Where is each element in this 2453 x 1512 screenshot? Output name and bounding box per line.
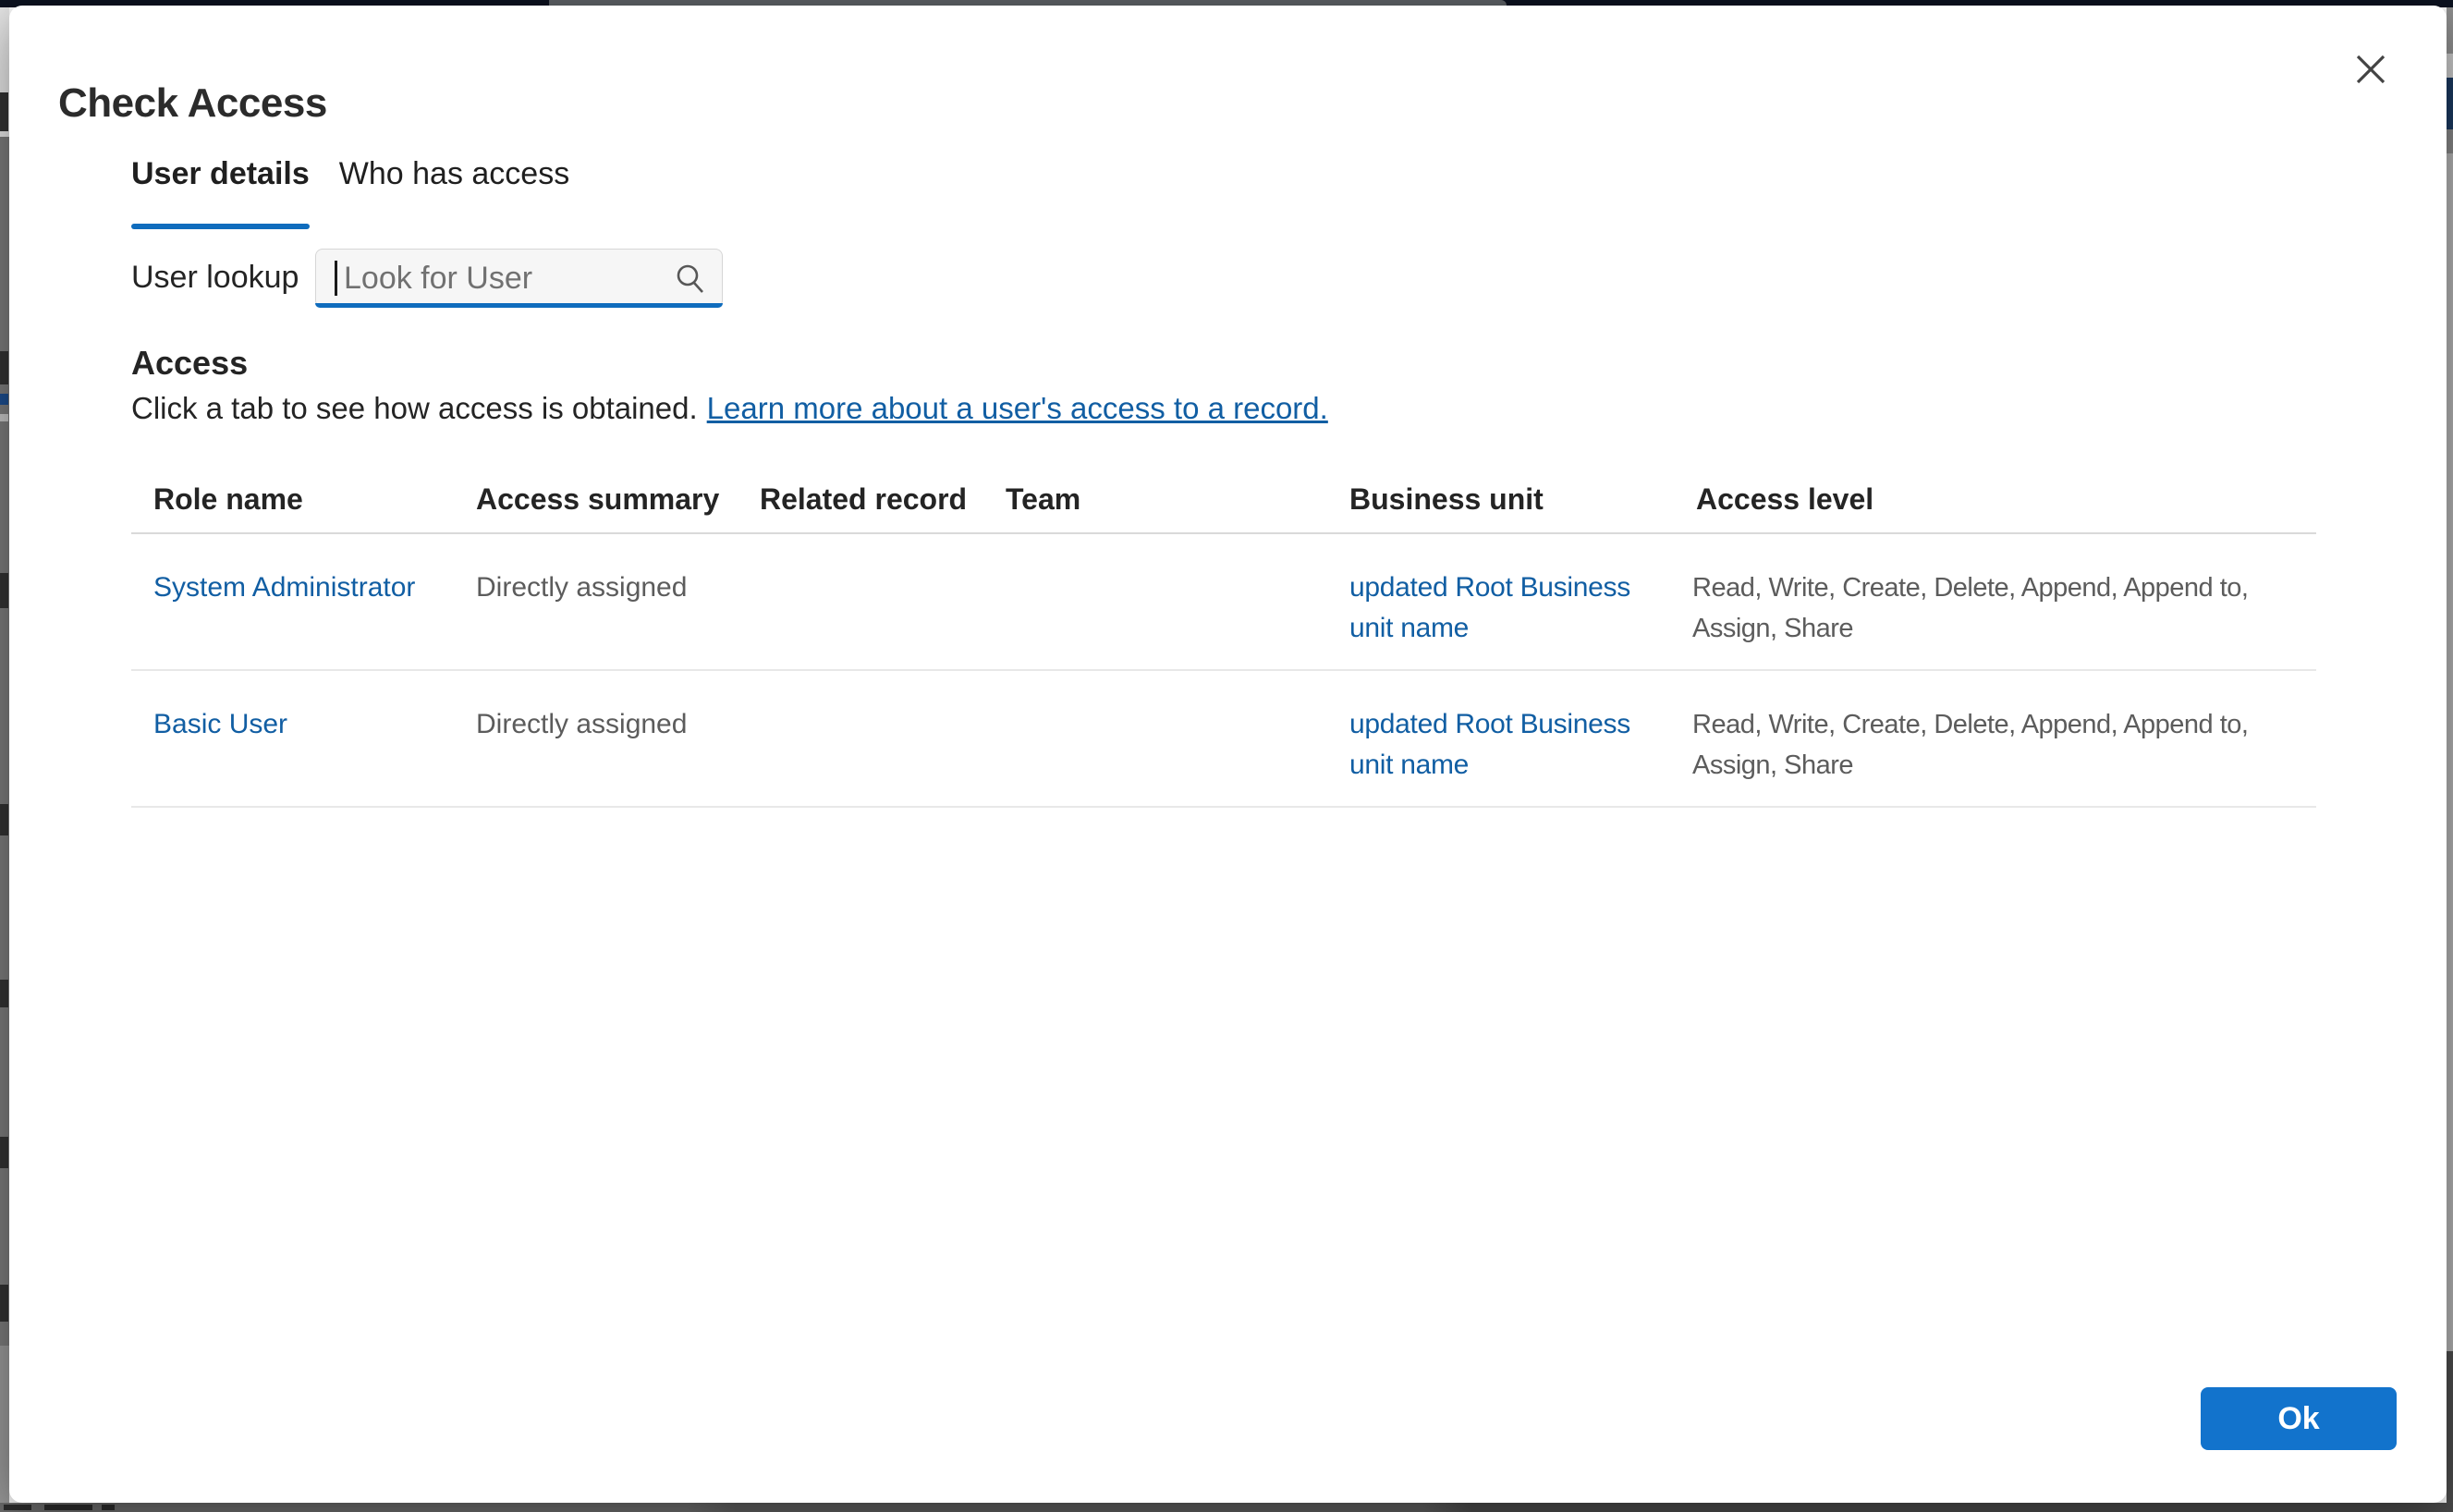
background-fragment <box>0 414 8 421</box>
background-fragment <box>2447 1351 2453 1503</box>
business-unit-link[interactable]: updated Root Business unit name <box>1349 567 1678 649</box>
related-record-cell <box>738 567 983 649</box>
column-header-related-record: Related record <box>738 479 983 519</box>
close-button[interactable] <box>2341 40 2400 99</box>
user-lookup-field <box>315 249 723 308</box>
ok-button[interactable]: Ok <box>2201 1387 2397 1450</box>
column-header-access-level: Access level <box>1674 479 2316 519</box>
table-row: Basic User Directly assigned updated Roo… <box>131 671 2316 808</box>
user-lookup-label: User lookup <box>131 257 299 298</box>
tab-label: User details <box>131 156 310 191</box>
access-level-text: Read, Write, Create, Delete, Append, App… <box>1692 704 2313 786</box>
background-fragment <box>0 1137 8 1168</box>
dialog-title: Check Access <box>58 80 327 127</box>
background-bottom-bar <box>0 1503 2453 1512</box>
business-unit-cell: updated Root Business unit name <box>1327 567 1674 649</box>
background-fragment <box>0 980 8 1007</box>
access-section-heading: Access <box>131 344 248 383</box>
background-fragment <box>44 1505 92 1510</box>
tab-label: Who has access <box>339 156 569 191</box>
background-fragment <box>0 804 8 835</box>
table-row: System Administrator Directly assigned u… <box>131 534 2316 671</box>
background-fragment <box>0 1285 8 1322</box>
learn-more-link[interactable]: Learn more about a user's access to a re… <box>707 391 1328 425</box>
background-fragment <box>0 351 8 384</box>
close-icon <box>2341 52 2400 87</box>
access-summary-cell: Directly assigned <box>454 567 738 649</box>
column-header-role-name: Role name <box>131 479 454 519</box>
access-level-cell: Read, Write, Create, Delete, Append, App… <box>1674 704 2316 786</box>
access-summary-cell: Directly assigned <box>454 704 738 786</box>
background-fragment <box>2447 7 2453 54</box>
background-left-strip <box>0 7 9 1503</box>
background-fragment <box>0 92 8 131</box>
access-section-description: Click a tab to see how access is obtaine… <box>131 388 1328 429</box>
background-fragment <box>2447 78 2453 129</box>
access-description-text: Click a tab to see how access is obtaine… <box>131 391 698 425</box>
column-header-business-unit: Business unit <box>1327 479 1674 519</box>
background-fragment <box>2447 54 2453 78</box>
column-header-access-summary: Access summary <box>454 479 738 519</box>
role-name-cell: System Administrator <box>131 567 454 649</box>
background-fragment <box>0 1346 9 1503</box>
team-cell <box>983 704 1327 786</box>
tab-who-has-access[interactable]: Who has access <box>328 153 580 229</box>
business-unit-cell: updated Root Business unit name <box>1327 704 1674 786</box>
column-header-team: Team <box>983 479 1327 519</box>
tab-user-details[interactable]: User details <box>120 153 321 229</box>
role-name-cell: Basic User <box>131 704 454 786</box>
tab-bar: User details Who has access <box>120 153 588 229</box>
background-right-strip <box>2447 7 2453 1503</box>
access-level-cell: Read, Write, Create, Delete, Append, App… <box>1674 567 2316 649</box>
background-fragment <box>2447 129 2453 153</box>
business-unit-link[interactable]: updated Root Business unit name <box>1349 704 1678 786</box>
role-name-link[interactable]: System Administrator <box>153 572 415 603</box>
role-name-link[interactable]: Basic User <box>153 709 287 739</box>
user-lookup-input[interactable] <box>315 249 723 308</box>
table-header-row: Role name Access summary Related record … <box>131 468 2316 534</box>
access-table: Role name Access summary Related record … <box>131 468 2316 808</box>
check-access-dialog: Check Access User details Who has access… <box>9 6 2447 1503</box>
text-caret <box>335 261 337 296</box>
search-icon[interactable] <box>673 262 708 301</box>
related-record-cell <box>738 704 983 786</box>
background-fragment <box>0 573 8 608</box>
background-fragment <box>0 394 8 405</box>
access-level-text: Read, Write, Create, Delete, Append, App… <box>1692 567 2313 649</box>
background-fragment <box>102 1505 115 1510</box>
background-fragment <box>4 1505 31 1510</box>
team-cell <box>983 567 1327 649</box>
